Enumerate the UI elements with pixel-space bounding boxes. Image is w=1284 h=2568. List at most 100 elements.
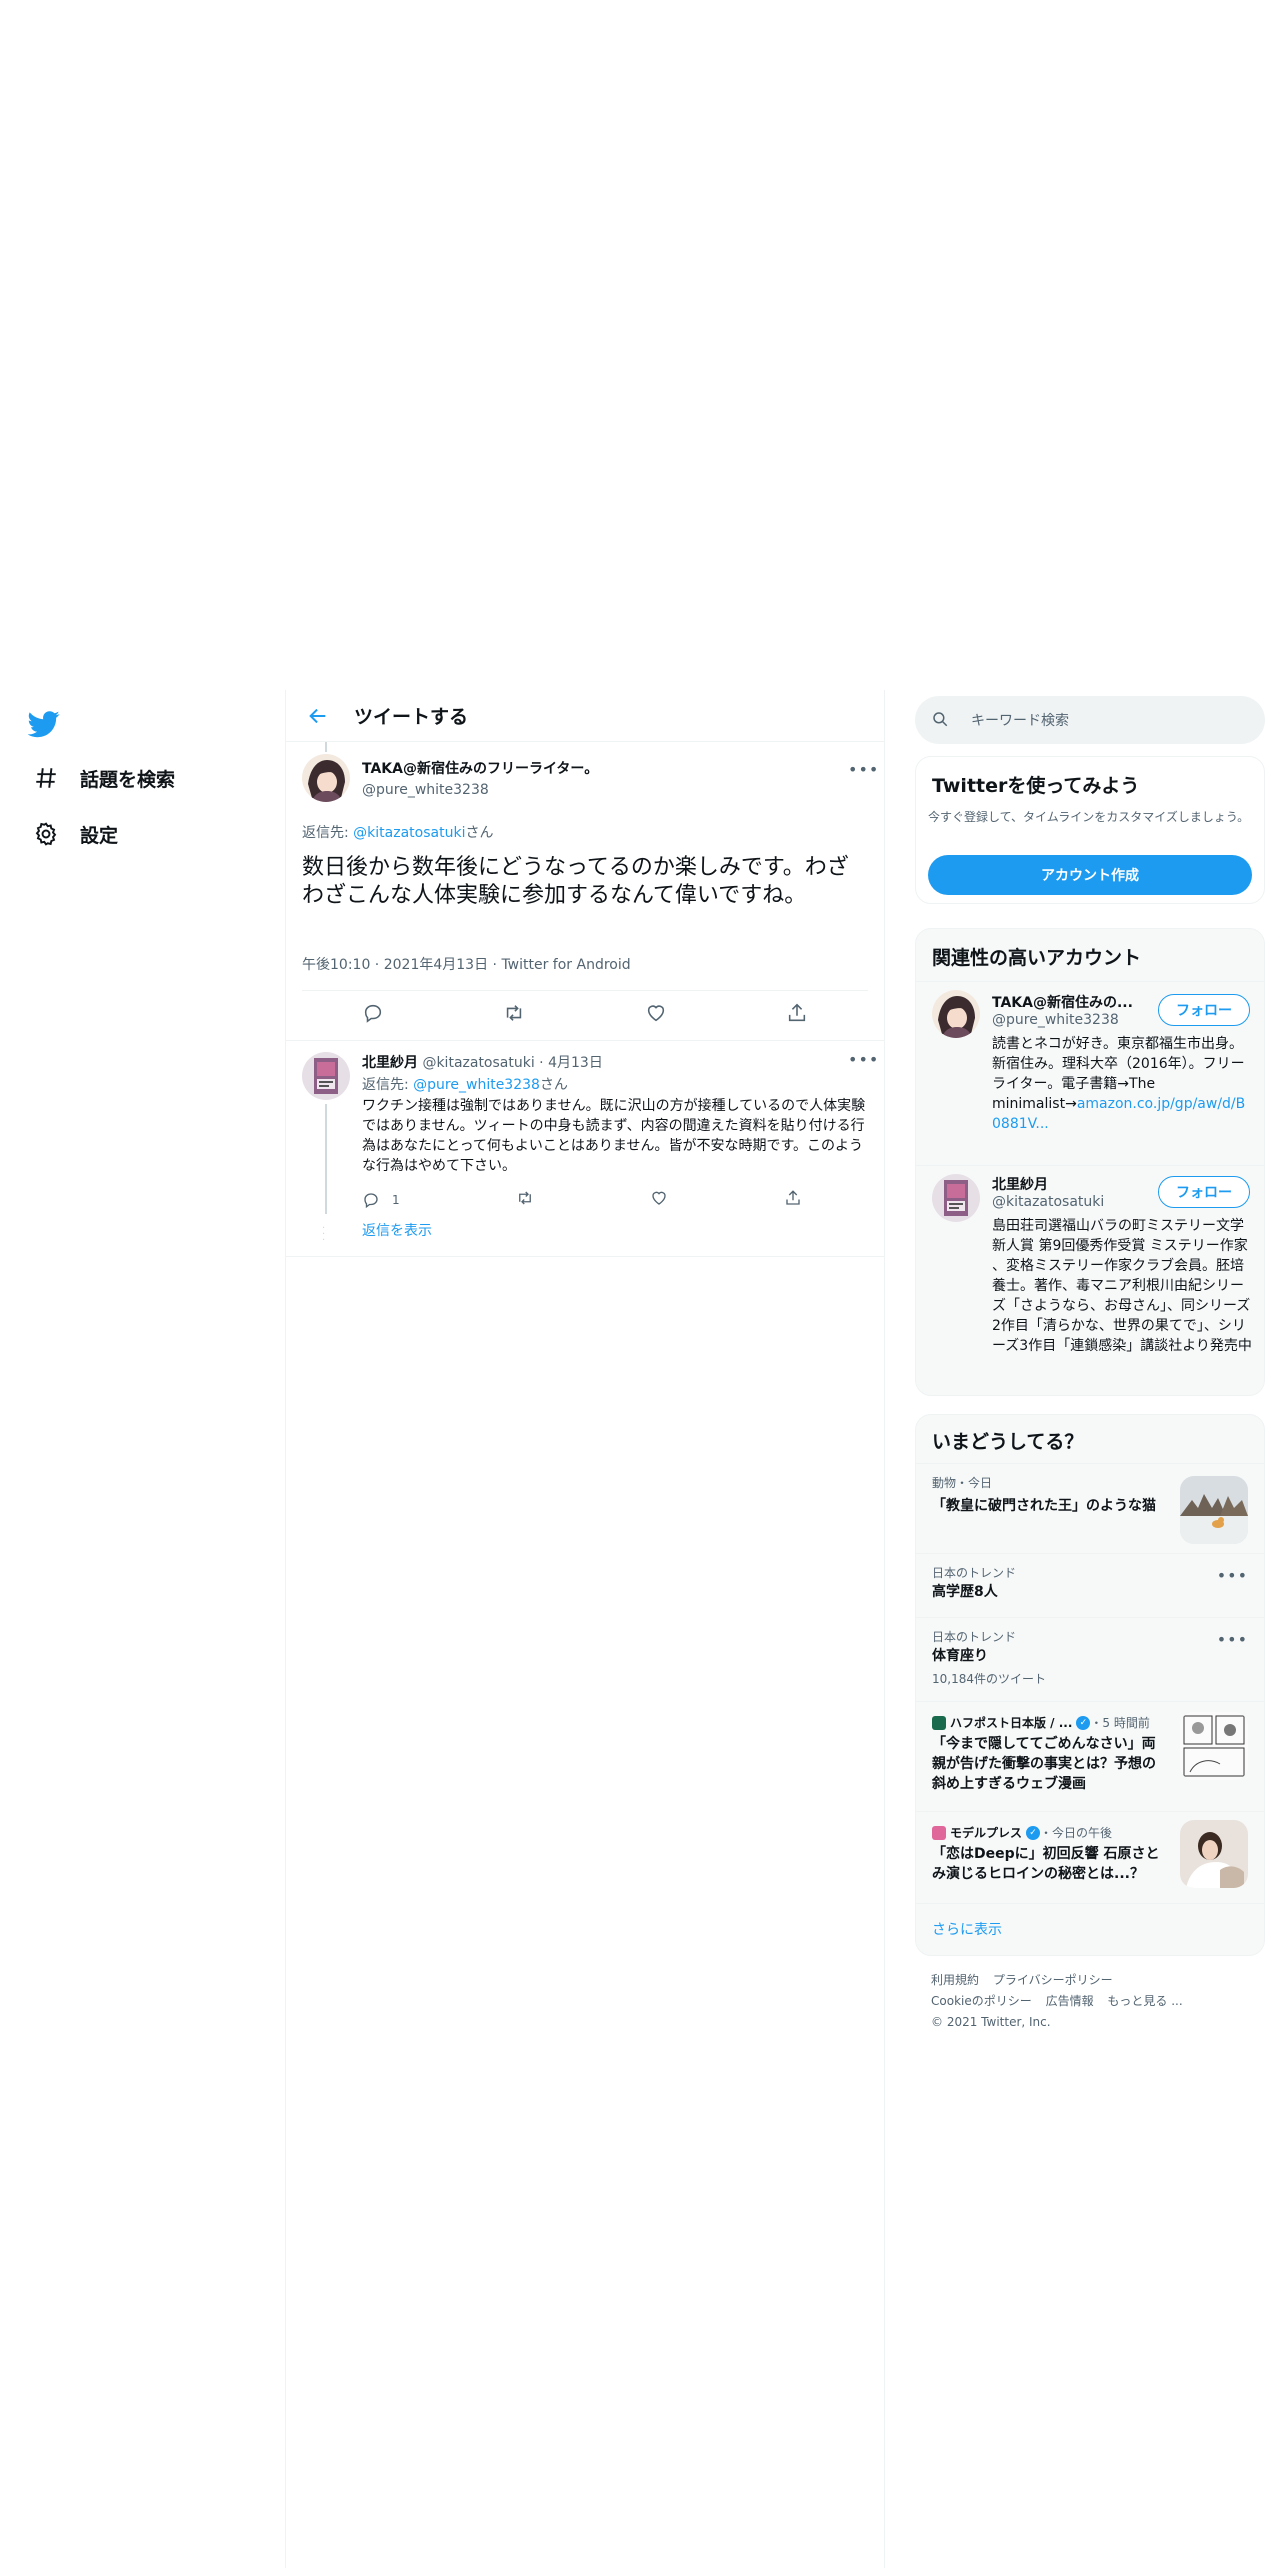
reply-suffix: さん	[539, 1077, 568, 1093]
like-icon[interactable]	[650, 1189, 668, 1211]
trend-title: 高学歴8人	[932, 1584, 998, 1600]
more-options-icon[interactable]: •••	[848, 1050, 879, 1069]
cookie-link[interactable]: Cookieのポリシー	[931, 1994, 1032, 2008]
search-icon	[931, 710, 951, 730]
news-item[interactable]: ハフポスト日本版 / ... ✓ ・5 時間前 「今まで隠しててごめんなさい」両…	[916, 1701, 1264, 1811]
reply-to-link[interactable]: @kitazatosatuki	[353, 825, 465, 841]
tweet-author: TAKA@新宿住みのフリーライター。 @pure_white3238	[362, 758, 598, 798]
avatar[interactable]	[302, 754, 350, 802]
reply-action[interactable]: 1	[362, 1191, 400, 1209]
tweet-date[interactable]: 4月13日	[548, 1055, 603, 1071]
source-name: モデルプレス	[950, 1826, 1023, 1840]
more-options-icon[interactable]: •••	[848, 760, 879, 779]
like-icon[interactable]	[645, 1002, 667, 1028]
share-icon[interactable]	[784, 1189, 802, 1211]
source-name: ハフポスト日本版 / ...	[950, 1716, 1073, 1730]
reply-context: 返信先: @pure_white3238さん	[362, 1074, 568, 1094]
reply-suffix: さん	[465, 825, 494, 841]
avatar[interactable]	[302, 1052, 350, 1100]
news-item[interactable]: モデルプレス ✓ ・今日の午後 「恋はDeepに」初回反響 石原さとみ演じるヒロ…	[916, 1811, 1264, 1903]
thread-line	[325, 1104, 327, 1214]
account-handle: @kitazatosatuki	[992, 1194, 1105, 1210]
trends-title: いまどうしてる？	[932, 1431, 1084, 1453]
source-logo-icon	[932, 1715, 946, 1730]
verified-badge-icon: ✓	[1026, 1825, 1041, 1840]
avatar[interactable]	[932, 990, 980, 1038]
account-bio: 読書とネコが好き。東京都福生市出身。新宿住み。理科大卒（2016年）。フリーライ…	[992, 1034, 1250, 1134]
reply-icon[interactable]	[362, 1002, 384, 1028]
news-source: ハフポスト日本版 / ... ✓ ・5 時間前	[932, 1714, 1150, 1731]
nav-settings-label: 設定	[80, 824, 119, 847]
reply-prefix: 返信先:	[302, 825, 354, 841]
account-item[interactable]: TAKA@新宿住みの... @pure_white3238 フォロー 読書とネコ…	[916, 982, 1264, 1166]
trend-item[interactable]: 日本のトレンド 高学歴8人 •••	[916, 1553, 1264, 1617]
author-name[interactable]: TAKA@新宿住みのフリーライター。	[362, 758, 598, 778]
account-item[interactable]: 北里紗月 @kitazatosatuki フォロー 島田荘司選福山バラの町ミステ…	[916, 1166, 1264, 1395]
account-bio: 島田荘司選福山バラの町ミステリー文学新人賞 第9回優秀作受賞 ミステリー作家 、…	[992, 1218, 1252, 1354]
news-time: ・5 時間前	[1090, 1716, 1150, 1730]
news-source: モデルプレス ✓ ・今日の午後	[932, 1824, 1112, 1841]
thread-dots: · · ·	[322, 1223, 326, 1246]
tweet-timestamp[interactable]: 午後10:10 · 2021年4月13日 · Twitter for Andro…	[302, 954, 631, 974]
thread-line	[325, 742, 327, 752]
twitter-logo-icon[interactable]	[27, 708, 64, 744]
tweet-text: 数日後から数年後にどうなってるのか楽しみです。わざわざこんな人体実験に参加するな…	[302, 855, 849, 908]
copyright: © 2021 Twitter, Inc.	[931, 2015, 1051, 2029]
news-title: 「恋はDeepに」初回反響 石原さとみ演じるヒロインの秘密とは...？	[932, 1846, 1160, 1882]
trend-meta: 日本のトレンド	[932, 1630, 1017, 1644]
trend-item[interactable]: 日本のトレンド 体育座り 10,184件のツイート •••	[916, 1617, 1264, 1701]
trend-item[interactable]: 動物・今日 「教皇に破門された王」のような猫	[916, 1463, 1264, 1553]
trends-card: いまどうしてる？ 動物・今日 「教皇に破門された王」のような猫 日本のトレンド …	[915, 1414, 1265, 1956]
hashtag-icon	[30, 762, 62, 794]
follow-button[interactable]: フォロー	[1158, 994, 1250, 1026]
show-replies-link[interactable]: 返信を表示	[362, 1220, 432, 1240]
tweet-time: 午後10:10	[302, 957, 371, 973]
trend-title: 「教皇に破門された王」のような猫	[932, 1498, 1156, 1514]
show-more-link[interactable]: さらに表示	[932, 1919, 1002, 1939]
nav-settings[interactable]: 設定	[30, 814, 118, 854]
page: 話題を検索 設定 ツイートする TAKA@新宿住みのフリーライター。 @pure…	[0, 0, 1284, 2568]
ads-link[interactable]: 広告情報	[1046, 1994, 1094, 2008]
page-title: ツイートする	[354, 706, 469, 728]
related-title: 関連性の高いアカウント	[932, 947, 1142, 969]
author-name[interactable]: 北里紗月	[362, 1055, 418, 1071]
more-options-icon[interactable]: •••	[1217, 1630, 1248, 1649]
signup-title: Twitterを使ってみよう	[932, 775, 1140, 797]
signup-card: Twitterを使ってみよう 今すぐ登録して、タイムラインをカスタマイズしましょ…	[915, 756, 1265, 904]
divider	[286, 1040, 884, 1041]
follow-button[interactable]: フォロー	[1158, 1176, 1250, 1208]
news-time: ・今日の午後	[1040, 1826, 1113, 1840]
share-icon[interactable]	[786, 1002, 808, 1028]
source-logo-icon	[932, 1825, 946, 1840]
privacy-link[interactable]: プライバシーポリシー	[993, 1973, 1113, 1987]
tweet-source: Twitter for Android	[501, 957, 631, 973]
account-name: 北里紗月	[992, 1177, 1048, 1193]
divider	[916, 1903, 1264, 1904]
search-input[interactable]: キーワード検索	[915, 696, 1265, 744]
author-handle[interactable]: @pure_white3238	[362, 782, 598, 798]
more-options-icon[interactable]: •••	[1217, 1566, 1248, 1585]
account-handle: @pure_white3238	[992, 1012, 1119, 1028]
trend-count: 10,184件のツイート	[932, 1672, 1046, 1686]
verified-badge-icon: ✓	[1076, 1715, 1091, 1730]
create-account-button[interactable]: アカウント作成	[928, 855, 1252, 895]
news-thumbnail	[1180, 1712, 1248, 1780]
more-link[interactable]: もっと見る ...	[1107, 1994, 1182, 2008]
author-handle[interactable]: @kitazatosatuki	[422, 1055, 534, 1071]
retweet-icon[interactable]	[516, 1189, 534, 1211]
divider	[286, 1256, 884, 1257]
reply-to-link[interactable]: @pure_white3238	[413, 1077, 540, 1093]
nav-explore[interactable]: 話題を検索	[30, 758, 175, 798]
main-header: ツイートする	[286, 690, 884, 742]
avatar[interactable]	[932, 1174, 980, 1222]
back-arrow-icon[interactable]	[298, 696, 338, 736]
terms-link[interactable]: 利用規約	[931, 1973, 979, 1987]
signup-desc: 今すぐ登録して、タイムラインをカスタマイズしましょう。	[928, 810, 1250, 824]
reply-prefix: 返信先:	[362, 1077, 414, 1093]
tweet-actions	[302, 990, 868, 1040]
reply-count: 1	[392, 1193, 400, 1207]
search-placeholder: キーワード検索	[971, 713, 1069, 729]
nav-explore-label: 話題を検索	[80, 768, 176, 791]
reply-icon	[364, 1193, 378, 1209]
retweet-icon[interactable]	[503, 1002, 525, 1028]
